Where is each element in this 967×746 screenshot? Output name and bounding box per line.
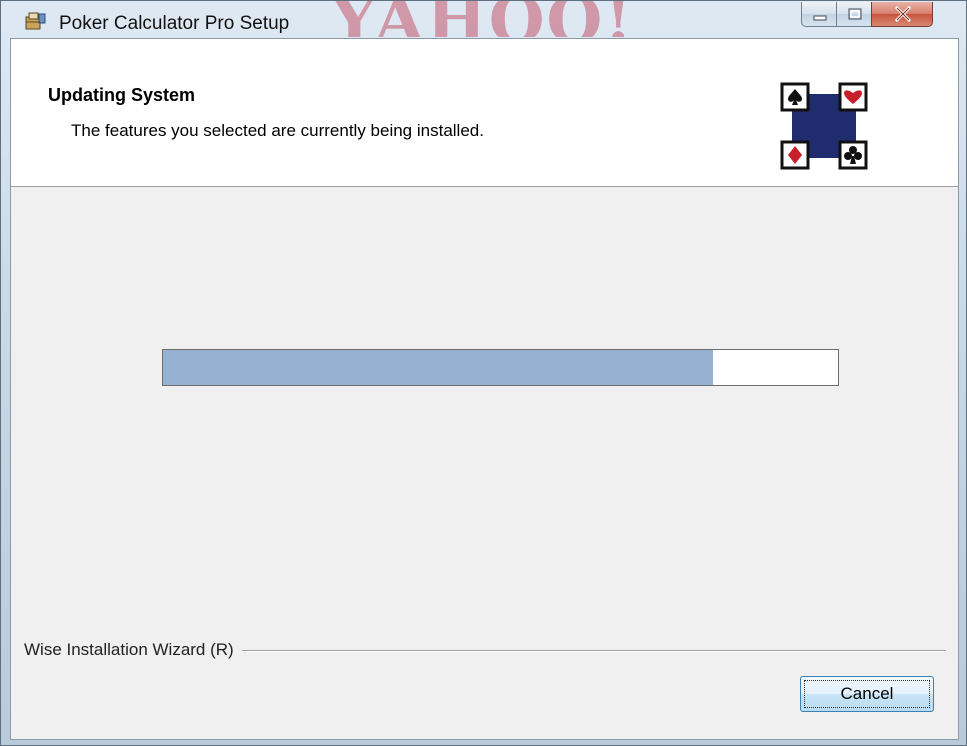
title-bar[interactable]: YAHOO! Poker Calculator Pro Setup — [1, 1, 966, 37]
page-description: The features you selected are currently … — [71, 121, 484, 140]
background-watermark: YAHOO! — [331, 1, 634, 37]
install-progress-bar — [162, 349, 839, 386]
wizard-header: Updating System The features you selecte… — [11, 39, 958, 187]
progress-fill — [163, 350, 714, 385]
setup-window: YAHOO! Poker Calculator Pro Setup — [0, 0, 967, 746]
close-icon — [894, 5, 912, 23]
installer-brand-label: Wise Installation Wizard (R) — [24, 640, 242, 660]
wizard-client-area: Updating System The features you selecte… — [10, 38, 959, 740]
minimize-button[interactable] — [801, 2, 837, 27]
close-button[interactable] — [871, 2, 933, 27]
page-title: Updating System — [48, 85, 196, 105]
cancel-button-label: Cancel — [840, 684, 894, 703]
installer-box-icon — [25, 12, 46, 30]
maximize-icon — [848, 8, 862, 20]
window-title: Poker Calculator Pro Setup — [59, 13, 290, 34]
card-suits-logo-icon — [780, 82, 868, 170]
cancel-button[interactable]: Cancel — [800, 676, 934, 712]
minimize-icon — [813, 15, 827, 21]
maximize-button[interactable] — [836, 2, 872, 27]
